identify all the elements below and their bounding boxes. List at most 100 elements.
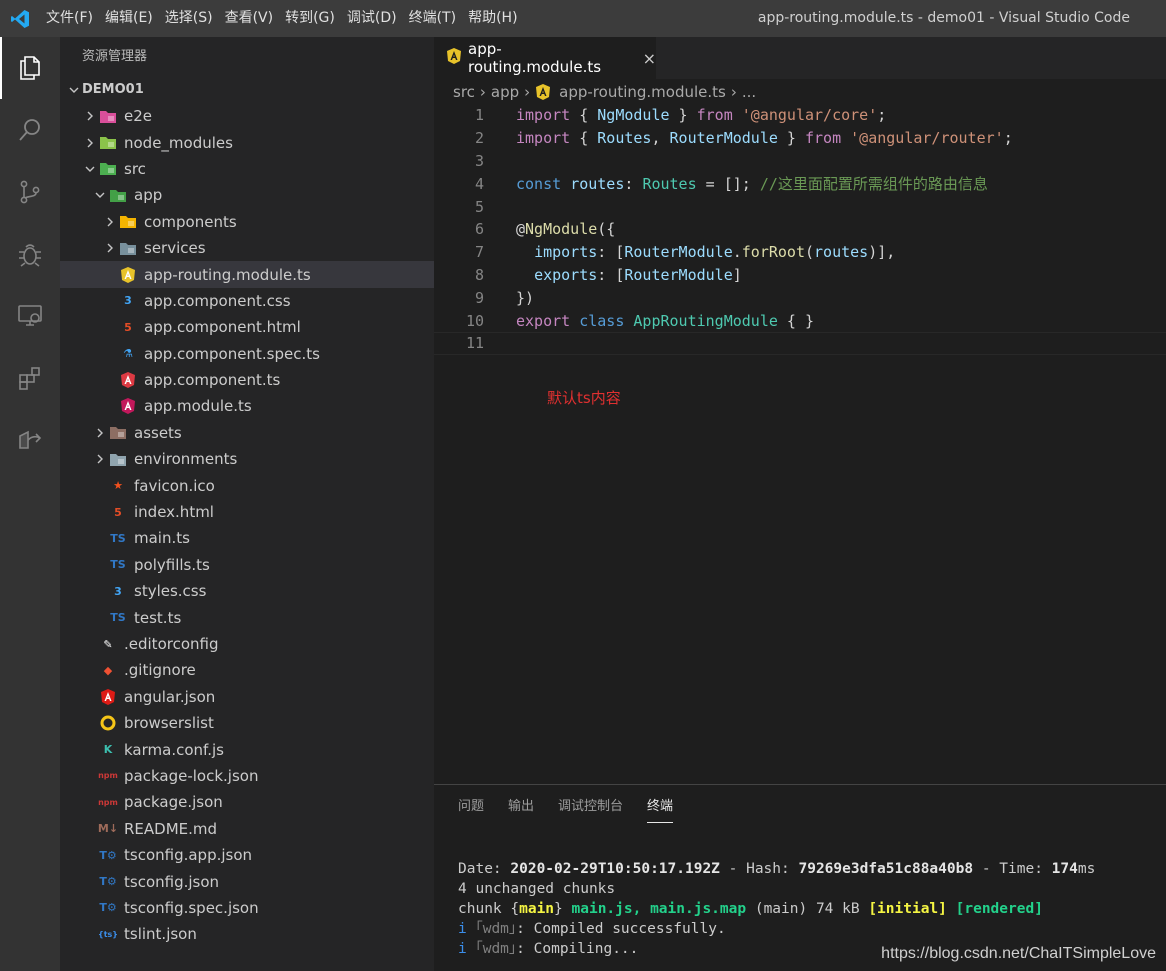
line-number: 11 — [465, 334, 484, 353]
debug-icon[interactable] — [0, 223, 60, 285]
tree-item-label: index.html — [134, 503, 214, 522]
terminal-line: 4 unchanged chunks — [458, 881, 616, 897]
tree-item[interactable]: angular.json — [60, 684, 434, 710]
tree-item-label: app.component.ts — [144, 371, 281, 390]
html-icon: 5 — [124, 320, 132, 334]
menu-item[interactable]: 终端(T) — [403, 0, 462, 37]
tree-item[interactable]: app.component.ts — [60, 367, 434, 393]
menu-item[interactable]: 转到(G) — [279, 0, 341, 37]
code-line: 1 import { NgModule } from '@angular/core… — [434, 104, 1166, 127]
code-text: const routes: Routes = []; //这里面配置所需组件的路… — [516, 173, 988, 194]
tree-item[interactable]: T⚙ tsconfig.spec.json — [60, 895, 434, 921]
close-icon[interactable]: × — [643, 49, 656, 68]
tree-item[interactable]: e2e — [60, 103, 434, 129]
code-token: export — [516, 311, 571, 330]
tree-item-label: browserslist — [124, 714, 214, 733]
tree-item[interactable]: TS test.ts — [60, 604, 434, 630]
code-token: ; — [877, 106, 887, 125]
search-icon[interactable] — [0, 99, 60, 161]
menu-item[interactable]: 调试(D) — [341, 0, 403, 37]
menu-item[interactable]: 查看(V) — [219, 0, 280, 37]
terminal-output[interactable]: Date: 2020-02-29T10:50:17.192Z - Hash: 7… — [458, 859, 1095, 959]
code-line: 3 — [434, 150, 1166, 173]
code-token: : — [624, 175, 643, 194]
tab-app-routing-module[interactable]: app-routing.module.ts × — [434, 37, 656, 79]
tree-item-label: main.ts — [134, 529, 190, 548]
panel-tab[interactable]: 问题 — [458, 785, 484, 829]
tree-item[interactable]: {ts} tslint.json — [60, 921, 434, 947]
menu-item[interactable]: 选择(S) — [159, 0, 219, 37]
tree-item[interactable]: app.module.ts — [60, 393, 434, 419]
typescript-icon: TS — [110, 611, 126, 625]
tab-label: app-routing.module.ts — [468, 40, 602, 76]
tree-item[interactable]: 3 app.component.css — [60, 288, 434, 314]
tree-item[interactable]: npm package.json — [60, 789, 434, 815]
tree-item[interactable]: 5 index.html — [60, 499, 434, 525]
tree-item[interactable]: ◆ .gitignore — [60, 657, 434, 683]
folder-src-icon — [98, 160, 118, 178]
code-token: } — [777, 129, 805, 148]
breadcrumb-app[interactable]: app — [491, 83, 519, 101]
tree-item[interactable]: app — [60, 182, 434, 208]
tree-item[interactable]: TS polyfills.ts — [60, 552, 434, 578]
code-token: ; — [1003, 129, 1013, 148]
live-share-icon[interactable] — [0, 409, 60, 471]
code-line: 5 — [434, 195, 1166, 218]
browserslist-icon — [98, 714, 118, 732]
menu-item[interactable]: 编辑(E) — [99, 0, 159, 37]
tree-item[interactable]: 5 app.component.html — [60, 314, 434, 340]
angular-component-icon — [118, 371, 138, 389]
tree-item[interactable]: ⚗ app.component.spec.ts — [60, 341, 434, 367]
tree-item-label: tsconfig.json — [124, 872, 220, 891]
workspace-section-header[interactable]: DEMO01 — [60, 77, 434, 103]
panel-tab[interactable]: 终端 — [647, 785, 674, 829]
annotation-text: 默认ts内容 — [547, 389, 621, 407]
panel-tab[interactable]: 调试控制台 — [558, 785, 623, 829]
menu-item[interactable]: 文件(F) — [40, 0, 99, 37]
css-icon: 3 — [124, 294, 132, 308]
tree-item[interactable]: node_modules — [60, 129, 434, 155]
panel-tab[interactable]: 输出 — [508, 785, 534, 829]
tree-item[interactable]: components — [60, 209, 434, 235]
tree-item[interactable]: environments — [60, 446, 434, 472]
breadcrumb-file[interactable]: app-routing.module.ts — [559, 83, 726, 101]
tree-item[interactable]: app-routing.module.ts — [60, 261, 434, 288]
tree-item-label: tsconfig.app.json — [124, 846, 253, 865]
tree-item[interactable]: src — [60, 156, 434, 182]
tree-item-label: app.component.html — [144, 318, 301, 337]
menu-bar: 文件(F) 编辑(E) 选择(S) 查看(V) 转到(G) 调试(D) 终端(T) 帮助(H) — [40, 0, 524, 37]
tree-item[interactable]: ✎ .editorconfig — [60, 631, 434, 657]
tree-item[interactable]: T⚙ tsconfig.app.json — [60, 842, 434, 868]
breadcrumb-symbol[interactable]: ... — [742, 83, 756, 101]
tree-item-label: node_modules — [124, 133, 233, 152]
tree-item[interactable]: assets — [60, 420, 434, 446]
tree-item[interactable]: ★ favicon.ico — [60, 472, 434, 498]
code-text: @NgModule({ — [516, 220, 615, 238]
editorconfig-icon: ✎ — [103, 637, 113, 651]
tree-item[interactable]: npm package-lock.json — [60, 763, 434, 789]
chevron-right-icon — [102, 243, 118, 253]
tslint-icon: {ts} — [98, 929, 118, 939]
tree-item[interactable]: services — [60, 235, 434, 261]
tree-item[interactable]: T⚙ tsconfig.json — [60, 868, 434, 894]
code-token: )], — [868, 243, 896, 262]
tree-item[interactable]: 3 styles.css — [60, 578, 434, 604]
source-control-icon[interactable] — [0, 161, 60, 223]
remote-explorer-icon[interactable] — [0, 285, 60, 347]
chevron-right-icon: › — [524, 83, 531, 101]
breadcrumb-src[interactable]: src — [453, 83, 475, 101]
code-token: ( — [805, 243, 815, 262]
tree-item[interactable]: browserslist — [60, 710, 434, 736]
tree-item[interactable]: M↓ README.md — [60, 816, 434, 842]
menu-item[interactable]: 帮助(H) — [462, 0, 523, 37]
tree-item[interactable]: Kkarma.conf.js — [60, 736, 434, 762]
tree-item[interactable]: TS main.ts — [60, 525, 434, 551]
extensions-icon[interactable] — [0, 347, 60, 409]
code-editor[interactable]: 1 import { NgModule } from '@angular/core… — [434, 104, 1166, 784]
code-token: NgModule — [525, 220, 598, 239]
explorer-icon[interactable] — [0, 37, 60, 99]
code-token: { — [570, 106, 598, 125]
code-line: 10 export class AppRoutingModule { } — [434, 309, 1166, 332]
